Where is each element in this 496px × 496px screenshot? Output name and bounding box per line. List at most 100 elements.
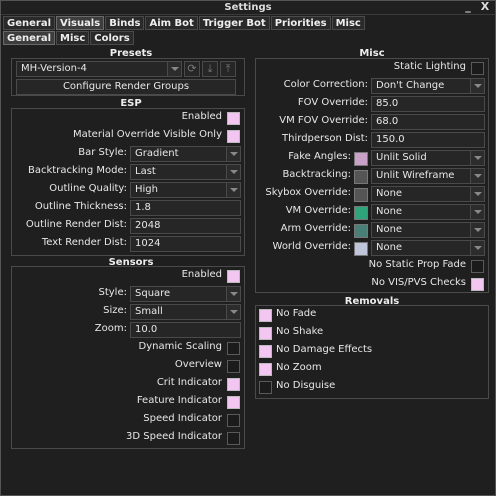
fake-angles-color-swatch[interactable] xyxy=(354,152,368,166)
world-override-dropdown[interactable]: None xyxy=(371,240,485,256)
no-vis-pvs-checks-label: No VIS/PVS Checks xyxy=(371,277,466,288)
vm-override-dropdown[interactable]: None xyxy=(371,204,485,220)
subtab-misc[interactable]: Misc xyxy=(56,31,90,45)
tab-aim-bot[interactable]: Aim Bot xyxy=(145,16,198,30)
overview-checkbox[interactable] xyxy=(227,360,240,373)
backtracking-mode-dropdown[interactable]: Last xyxy=(130,164,241,180)
outline-quality-value: High xyxy=(135,184,158,195)
outline-quality-dropdown[interactable]: High xyxy=(130,182,241,198)
backtracking-color-swatch[interactable] xyxy=(354,170,368,184)
style-label: Style: xyxy=(98,287,128,298)
title-bar[interactable]: Settings _ X xyxy=(1,1,495,15)
style-dropdown[interactable]: Square xyxy=(130,286,241,302)
no-static-prop-fade-label: No Static Prop Fade xyxy=(368,259,466,270)
no-damage-effects-checkbox[interactable] xyxy=(259,345,272,358)
esp-panel: Enabled Material Override Visible Only B… xyxy=(11,108,245,256)
tab-trigger-bot[interactable]: Trigger Bot xyxy=(198,16,270,30)
outline-render-dist-input[interactable]: 2048 xyxy=(130,218,241,234)
backtracking-dropdown[interactable]: Unlit Wireframe xyxy=(371,168,485,184)
chevron-down-icon xyxy=(226,305,240,319)
arm-override-label: Arm Override: xyxy=(280,223,351,234)
material-override-label: Material Override Visible Only xyxy=(73,129,222,140)
size-value: Small xyxy=(135,306,163,317)
3d-speed-indicator-checkbox[interactable] xyxy=(227,432,240,445)
esp-enabled-label: Enabled xyxy=(181,111,222,122)
speed-indicator-checkbox[interactable] xyxy=(227,414,240,427)
outline-quality-label: Outline Quality: xyxy=(49,183,127,194)
world-override-label: World Override: xyxy=(272,241,351,252)
arm-override-dropdown[interactable]: None xyxy=(371,222,485,238)
sensors-enabled-checkbox[interactable] xyxy=(227,270,240,283)
no-disguise-checkbox[interactable] xyxy=(259,381,272,394)
download-icon[interactable]: ⤓ xyxy=(202,61,218,77)
backtracking-mode-label: Backtracking Mode: xyxy=(28,165,127,176)
dynamic-scaling-checkbox[interactable] xyxy=(227,342,240,355)
no-shake-checkbox[interactable] xyxy=(259,327,272,340)
material-override-checkbox[interactable] xyxy=(227,130,240,143)
fov-override-input[interactable]: 85.0 xyxy=(371,96,485,112)
tab-general[interactable]: General xyxy=(3,16,55,30)
subtab-general[interactable]: General xyxy=(3,31,55,45)
fov-override-label: FOV Override: xyxy=(297,97,368,108)
skybox-override-dropdown[interactable]: None xyxy=(371,186,485,202)
zoom-input[interactable]: 10.0 xyxy=(130,322,241,338)
close-button[interactable]: X xyxy=(478,1,492,15)
size-label: Size: xyxy=(103,305,127,316)
subtab-colors[interactable]: Colors xyxy=(90,31,134,45)
preset-dropdown[interactable]: MH-Version-4 xyxy=(16,61,182,77)
vm-fov-override-input[interactable]: 68.0 xyxy=(371,114,485,130)
minimize-button[interactable]: _ xyxy=(461,1,475,15)
world-override-value: None xyxy=(376,242,403,253)
outline-thickness-input[interactable]: 1.8 xyxy=(130,200,241,216)
thirdperson-dist-label: Thirdperson Dist: xyxy=(282,133,368,144)
no-static-prop-fade-checkbox[interactable] xyxy=(471,260,484,273)
color-correction-value: Don't Change xyxy=(376,80,445,91)
skybox-override-color-swatch[interactable] xyxy=(354,188,368,202)
bar-style-label: Bar Style: xyxy=(78,147,127,158)
skybox-override-label: Skybox Override: xyxy=(265,187,351,198)
no-vis-pvs-checks-checkbox[interactable] xyxy=(471,278,484,291)
chevron-down-icon xyxy=(470,205,484,219)
overview-label: Overview xyxy=(174,359,222,370)
text-render-dist-input[interactable]: 1024 xyxy=(130,236,241,252)
no-zoom-checkbox[interactable] xyxy=(259,363,272,376)
esp-enabled-checkbox[interactable] xyxy=(227,112,240,125)
refresh-icon[interactable]: ⟳ xyxy=(184,61,200,77)
no-disguise-label: No Disguise xyxy=(276,380,336,391)
static-lighting-checkbox[interactable] xyxy=(471,62,484,75)
chevron-down-icon xyxy=(226,165,240,179)
color-correction-label: Color Correction: xyxy=(283,79,368,90)
fake-angles-label: Fake Angles: xyxy=(288,151,351,162)
sensors-panel: Enabled Style: Square Size: Small Zoom: … xyxy=(11,266,245,449)
bar-style-dropdown[interactable]: Gradient xyxy=(130,146,241,162)
tab-visuals[interactable]: Visuals xyxy=(56,16,105,30)
size-dropdown[interactable]: Small xyxy=(130,304,241,320)
upload-icon[interactable]: ⤒ xyxy=(220,61,236,77)
feature-indicator-checkbox[interactable] xyxy=(227,396,240,409)
tab-binds[interactable]: Binds xyxy=(105,16,145,30)
world-override-color-swatch[interactable] xyxy=(354,242,368,256)
vm-fov-override-label: VM FOV Override: xyxy=(279,115,368,126)
no-fade-checkbox[interactable] xyxy=(259,309,272,322)
no-damage-effects-label: No Damage Effects xyxy=(276,344,373,355)
zoom-label: Zoom: xyxy=(94,323,127,334)
arm-override-color-swatch[interactable] xyxy=(354,224,368,238)
skybox-override-value: None xyxy=(376,188,403,199)
removals-panel: No Fade No Shake No Damage Effects No Zo… xyxy=(255,305,489,399)
vm-override-color-swatch[interactable] xyxy=(354,206,368,220)
fake-angles-dropdown[interactable]: Unlit Solid xyxy=(371,150,485,166)
color-correction-dropdown[interactable]: Don't Change xyxy=(371,78,485,94)
vm-override-label: VM Override: xyxy=(285,205,351,216)
no-shake-label: No Shake xyxy=(276,326,324,337)
thirdperson-dist-input[interactable]: 150.0 xyxy=(371,132,485,148)
crit-indicator-checkbox[interactable] xyxy=(227,378,240,391)
static-lighting-label: Static Lighting xyxy=(393,61,466,72)
main-tabs: General Visuals Binds Aim Bot Trigger Bo… xyxy=(3,16,365,30)
misc-panel: Static Lighting Color Correction: Don't … xyxy=(255,58,489,293)
tab-misc[interactable]: Misc xyxy=(331,16,365,30)
fake-angles-value: Unlit Solid xyxy=(376,152,427,163)
outline-thickness-label: Outline Thickness: xyxy=(34,201,127,212)
tab-priorities[interactable]: Priorities xyxy=(270,16,331,30)
sensors-enabled-label: Enabled xyxy=(181,269,222,280)
configure-render-groups-button[interactable]: Configure Render Groups xyxy=(16,79,236,95)
